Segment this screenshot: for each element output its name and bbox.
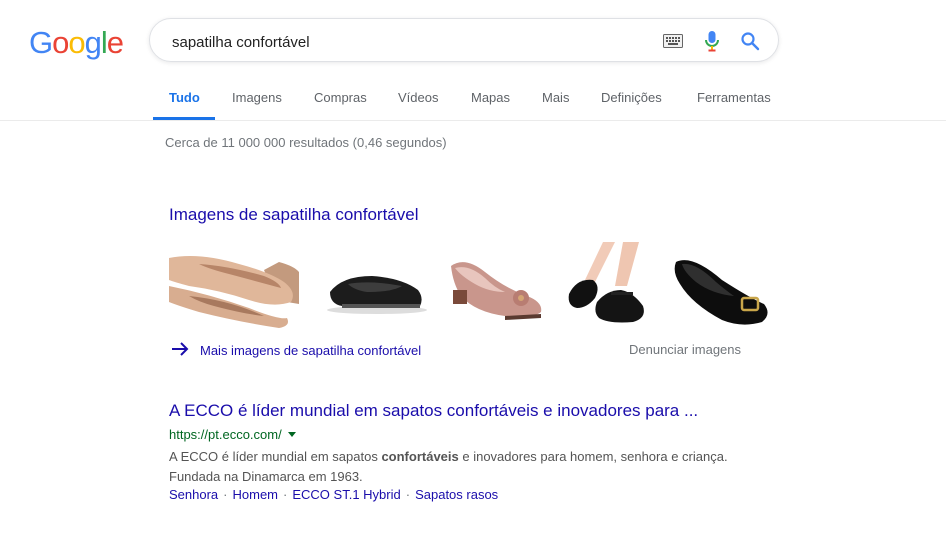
- image-thumbnail-black-flat[interactable]: [322, 242, 428, 332]
- header-divider: [0, 120, 946, 121]
- logo-letter: e: [106, 25, 124, 60]
- tab-imagens[interactable]: Imagens: [232, 90, 282, 105]
- microphone-icon[interactable]: [703, 30, 721, 57]
- more-images-label: Mais imagens de sapatilha confortável: [200, 343, 422, 358]
- sitelink-ecco-st1-hybrid[interactable]: ECCO ST.1 Hybrid: [292, 487, 400, 502]
- tab-definicoes[interactable]: Definições: [601, 90, 662, 105]
- tab-mais[interactable]: Mais: [542, 90, 569, 105]
- result-snippet: A ECCO é líder mundial em sapatos confor…: [169, 447, 769, 487]
- tab-tudo[interactable]: Tudo: [169, 90, 200, 105]
- image-thumbnail-black-buckle-flat[interactable]: [672, 242, 772, 332]
- sitelink-separator: ·: [405, 487, 411, 502]
- sitelink-separator: ·: [223, 487, 228, 502]
- google-logo[interactable]: Google: [29, 25, 124, 61]
- tab-compras[interactable]: Compras: [314, 90, 367, 105]
- logo-letter: G: [29, 25, 53, 60]
- tab-videos[interactable]: Vídeos: [398, 90, 438, 105]
- result-title[interactable]: A ECCO é líder mundial em sapatos confor…: [169, 401, 698, 421]
- result-url-text: https://pt.ecco.com/: [169, 427, 282, 442]
- sitelink-homem[interactable]: Homem: [233, 487, 279, 502]
- logo-letter: o: [68, 25, 85, 60]
- image-thumbnail-pink-heel[interactable]: [445, 242, 545, 332]
- tab-mapas[interactable]: Mapas: [471, 90, 510, 105]
- sitelink-sapatos-rasos[interactable]: Sapatos rasos: [415, 487, 498, 502]
- tab-ferramentas[interactable]: Ferramentas: [697, 90, 771, 105]
- search-box: [149, 18, 779, 62]
- snippet-highlight: confortáveis: [381, 449, 459, 464]
- logo-letter: g: [84, 25, 102, 60]
- sitelink-separator: ·: [283, 487, 288, 502]
- result-url[interactable]: https://pt.ecco.com/: [169, 427, 296, 442]
- image-thumbnail-mary-jane[interactable]: [563, 242, 655, 332]
- caret-down-icon[interactable]: [287, 432, 296, 437]
- images-section-title[interactable]: Imagens de sapatilha confortável: [169, 205, 419, 225]
- keyboard-icon[interactable]: [663, 34, 683, 53]
- report-images-link[interactable]: Denunciar imagens: [629, 342, 741, 357]
- sitelink-senhora[interactable]: Senhora: [169, 487, 218, 502]
- arrow-right-icon: [171, 341, 189, 360]
- result-stats: Cerca de 11 000 000 resultados (0,46 seg…: [165, 135, 447, 150]
- search-icon[interactable]: [740, 31, 760, 56]
- search-input[interactable]: [170, 30, 644, 54]
- sitelinks: Senhora · Homem · ECCO ST.1 Hybrid · Sapatos r…: [169, 487, 498, 502]
- more-images-link[interactable]: Mais imagens de sapatilha confortável: [171, 341, 421, 360]
- snippet-text: A ECCO é líder mundial em sapatos: [169, 449, 382, 464]
- image-thumbnail-nude-flats[interactable]: [169, 242, 299, 332]
- logo-letter: o: [52, 25, 69, 60]
